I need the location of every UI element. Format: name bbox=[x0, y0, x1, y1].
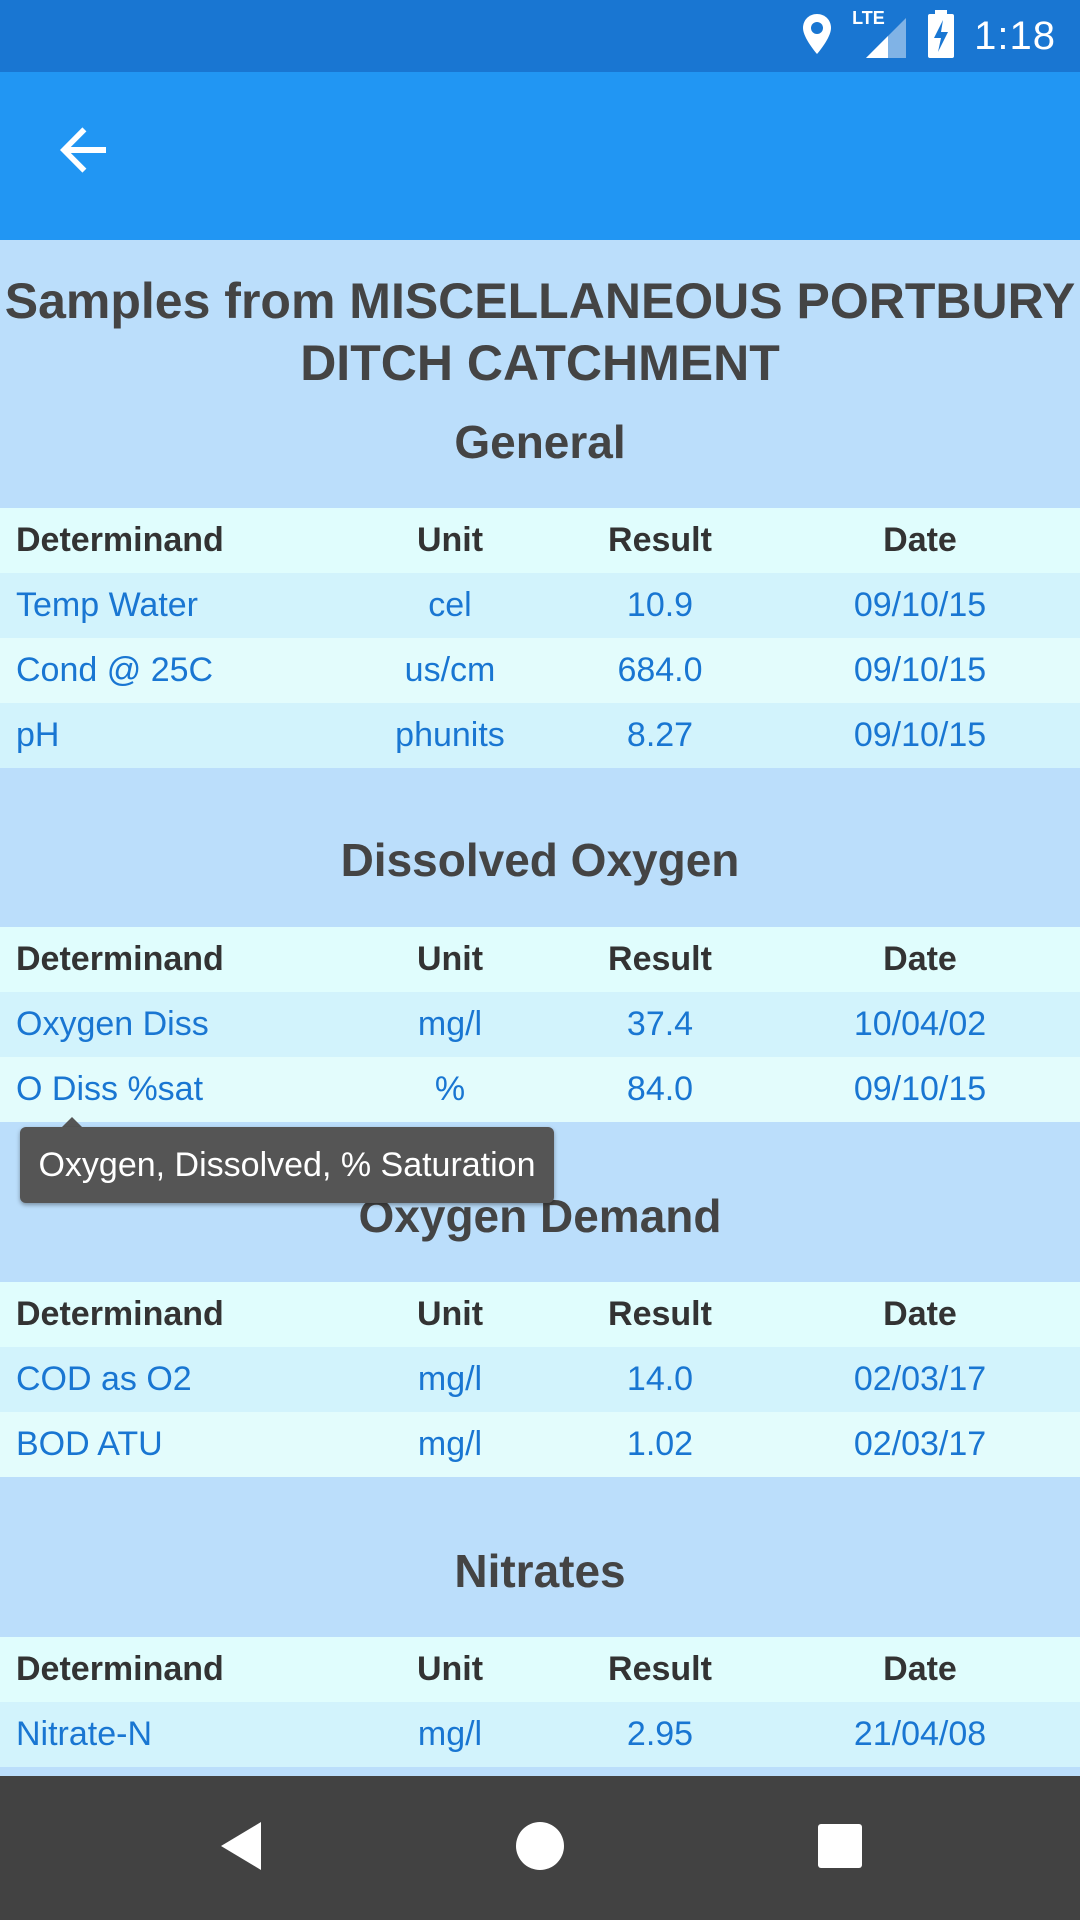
date-cell: 02/03/17 bbox=[760, 1347, 1080, 1412]
header-unit: Unit bbox=[340, 1282, 560, 1347]
determinand-tooltip: Oxygen, Dissolved, % Saturation bbox=[20, 1127, 554, 1203]
back-button[interactable] bbox=[40, 108, 128, 196]
header-date: Date bbox=[760, 927, 1080, 992]
unit-cell: % bbox=[340, 1057, 560, 1122]
table-row: Oxygen Diss mg/l 37.4 10/04/02 bbox=[0, 992, 1080, 1057]
header-result: Result bbox=[560, 927, 760, 992]
result-cell: 2.95 bbox=[560, 1702, 760, 1767]
section-title: Nitrates bbox=[454, 1545, 626, 1597]
nav-home-icon bbox=[514, 1820, 566, 1877]
unit-cell: cel bbox=[340, 573, 560, 638]
determinand-link[interactable]: Nitrate-N bbox=[0, 1702, 340, 1767]
unit-cell: mg/l bbox=[340, 1347, 560, 1412]
determinand-link[interactable]: Oxygen Diss bbox=[0, 992, 340, 1057]
header-date: Date bbox=[760, 508, 1080, 573]
header-date: Date bbox=[760, 1637, 1080, 1702]
unit-cell: mg/l bbox=[340, 1702, 560, 1767]
table-row: pH phunits 8.27 09/10/15 bbox=[0, 703, 1080, 768]
header-date: Date bbox=[760, 1282, 1080, 1347]
nav-recents-icon bbox=[817, 1823, 863, 1874]
unit-cell: mg/l bbox=[340, 992, 560, 1057]
samples-table: Determinand Unit Result Date Nitrate-N m… bbox=[0, 1637, 1080, 1767]
date-cell: 10/04/02 bbox=[760, 992, 1080, 1057]
result-cell: 84.0 bbox=[560, 1057, 760, 1122]
determinand-link[interactable]: BOD ATU bbox=[0, 1412, 340, 1477]
unit-cell: phunits bbox=[340, 703, 560, 768]
samples-table: Determinand Unit Result Date COD as O2 m… bbox=[0, 1282, 1080, 1477]
unit-cell: mg/l bbox=[340, 1412, 560, 1477]
nav-back-icon bbox=[215, 1818, 265, 1879]
header-unit: Unit bbox=[340, 927, 560, 992]
samples-table: Determinand Unit Result Date Temp Water … bbox=[0, 508, 1080, 768]
samples-table: Determinand Unit Result Date Oxygen Diss… bbox=[0, 927, 1080, 1122]
table-row: O Diss %sat % 84.0 09/10/15 bbox=[0, 1057, 1080, 1122]
samples-content[interactable]: Samples from MISCELLANEOUS PORTBURY DITC… bbox=[0, 240, 1080, 1776]
section-oxygen-demand: Oxygen Demand Determinand Unit Result Da… bbox=[0, 1182, 1080, 1477]
determinand-link[interactable]: Temp Water bbox=[0, 573, 340, 638]
nav-home-button[interactable] bbox=[500, 1808, 580, 1888]
header-unit: Unit bbox=[340, 1637, 560, 1702]
result-cell: 8.27 bbox=[560, 703, 760, 768]
header-determinand: Determinand bbox=[0, 927, 340, 992]
table-header-row: Determinand Unit Result Date bbox=[0, 1637, 1080, 1702]
status-time: 1:18 bbox=[974, 14, 1056, 58]
battery-charging-icon bbox=[926, 9, 956, 63]
table-row: Cond @ 25C us/cm 684.0 09/10/15 bbox=[0, 638, 1080, 703]
determinand-link[interactable]: COD as O2 bbox=[0, 1347, 340, 1412]
date-cell: 21/04/08 bbox=[760, 1702, 1080, 1767]
status-bar: LTE 1:18 bbox=[0, 0, 1080, 72]
table-header-row: Determinand Unit Result Date bbox=[0, 927, 1080, 992]
determinand-link[interactable]: O Diss %sat bbox=[0, 1057, 340, 1122]
table-row: BOD ATU mg/l 1.02 02/03/17 bbox=[0, 1412, 1080, 1477]
result-cell: 1.02 bbox=[560, 1412, 760, 1477]
table-row: Temp Water cel 10.9 09/10/15 bbox=[0, 573, 1080, 638]
section-dissolved-oxygen: Dissolved Oxygen Determinand Unit Result… bbox=[0, 826, 1080, 1122]
section-general: General Determinand Unit Result Date Tem… bbox=[0, 408, 1080, 768]
header-determinand: Determinand bbox=[0, 1282, 340, 1347]
header-result: Result bbox=[560, 1637, 760, 1702]
nav-recents-button[interactable] bbox=[800, 1808, 880, 1888]
table-row: COD as O2 mg/l 14.0 02/03/17 bbox=[0, 1347, 1080, 1412]
table-header-row: Determinand Unit Result Date bbox=[0, 1282, 1080, 1347]
arrow-back-icon bbox=[58, 124, 110, 181]
date-cell: 09/10/15 bbox=[760, 573, 1080, 638]
status-icons: LTE 1:18 bbox=[800, 0, 1056, 72]
app-bar bbox=[0, 72, 1080, 240]
result-cell: 10.9 bbox=[560, 573, 760, 638]
header-determinand: Determinand bbox=[0, 508, 340, 573]
table-header-row: Determinand Unit Result Date bbox=[0, 508, 1080, 573]
unit-cell: us/cm bbox=[340, 638, 560, 703]
date-cell: 09/10/15 bbox=[760, 1057, 1080, 1122]
result-cell: 14.0 bbox=[560, 1347, 760, 1412]
result-cell: 37.4 bbox=[560, 992, 760, 1057]
header-determinand: Determinand bbox=[0, 1637, 340, 1702]
date-cell: 02/03/17 bbox=[760, 1412, 1080, 1477]
signal-icon: LTE bbox=[852, 8, 908, 60]
navigation-bar bbox=[0, 1776, 1080, 1920]
date-cell: 09/10/15 bbox=[760, 703, 1080, 768]
determinand-link[interactable]: pH bbox=[0, 703, 340, 768]
header-unit: Unit bbox=[340, 508, 560, 573]
determinand-link[interactable]: Cond @ 25C bbox=[0, 638, 340, 703]
section-title: Dissolved Oxygen bbox=[340, 834, 740, 886]
result-cell: 684.0 bbox=[560, 638, 760, 703]
header-result: Result bbox=[560, 508, 760, 573]
header-result: Result bbox=[560, 1282, 760, 1347]
table-row: Nitrate-N mg/l 2.95 21/04/08 bbox=[0, 1702, 1080, 1767]
page-title: Samples from MISCELLANEOUS PORTBURY DITC… bbox=[4, 273, 1076, 391]
date-cell: 09/10/15 bbox=[760, 638, 1080, 703]
location-icon bbox=[800, 12, 834, 61]
section-title: General bbox=[454, 416, 626, 468]
section-nitrates: Nitrates Determinand Unit Result Date Ni… bbox=[0, 1537, 1080, 1767]
nav-back-button[interactable] bbox=[200, 1808, 280, 1888]
